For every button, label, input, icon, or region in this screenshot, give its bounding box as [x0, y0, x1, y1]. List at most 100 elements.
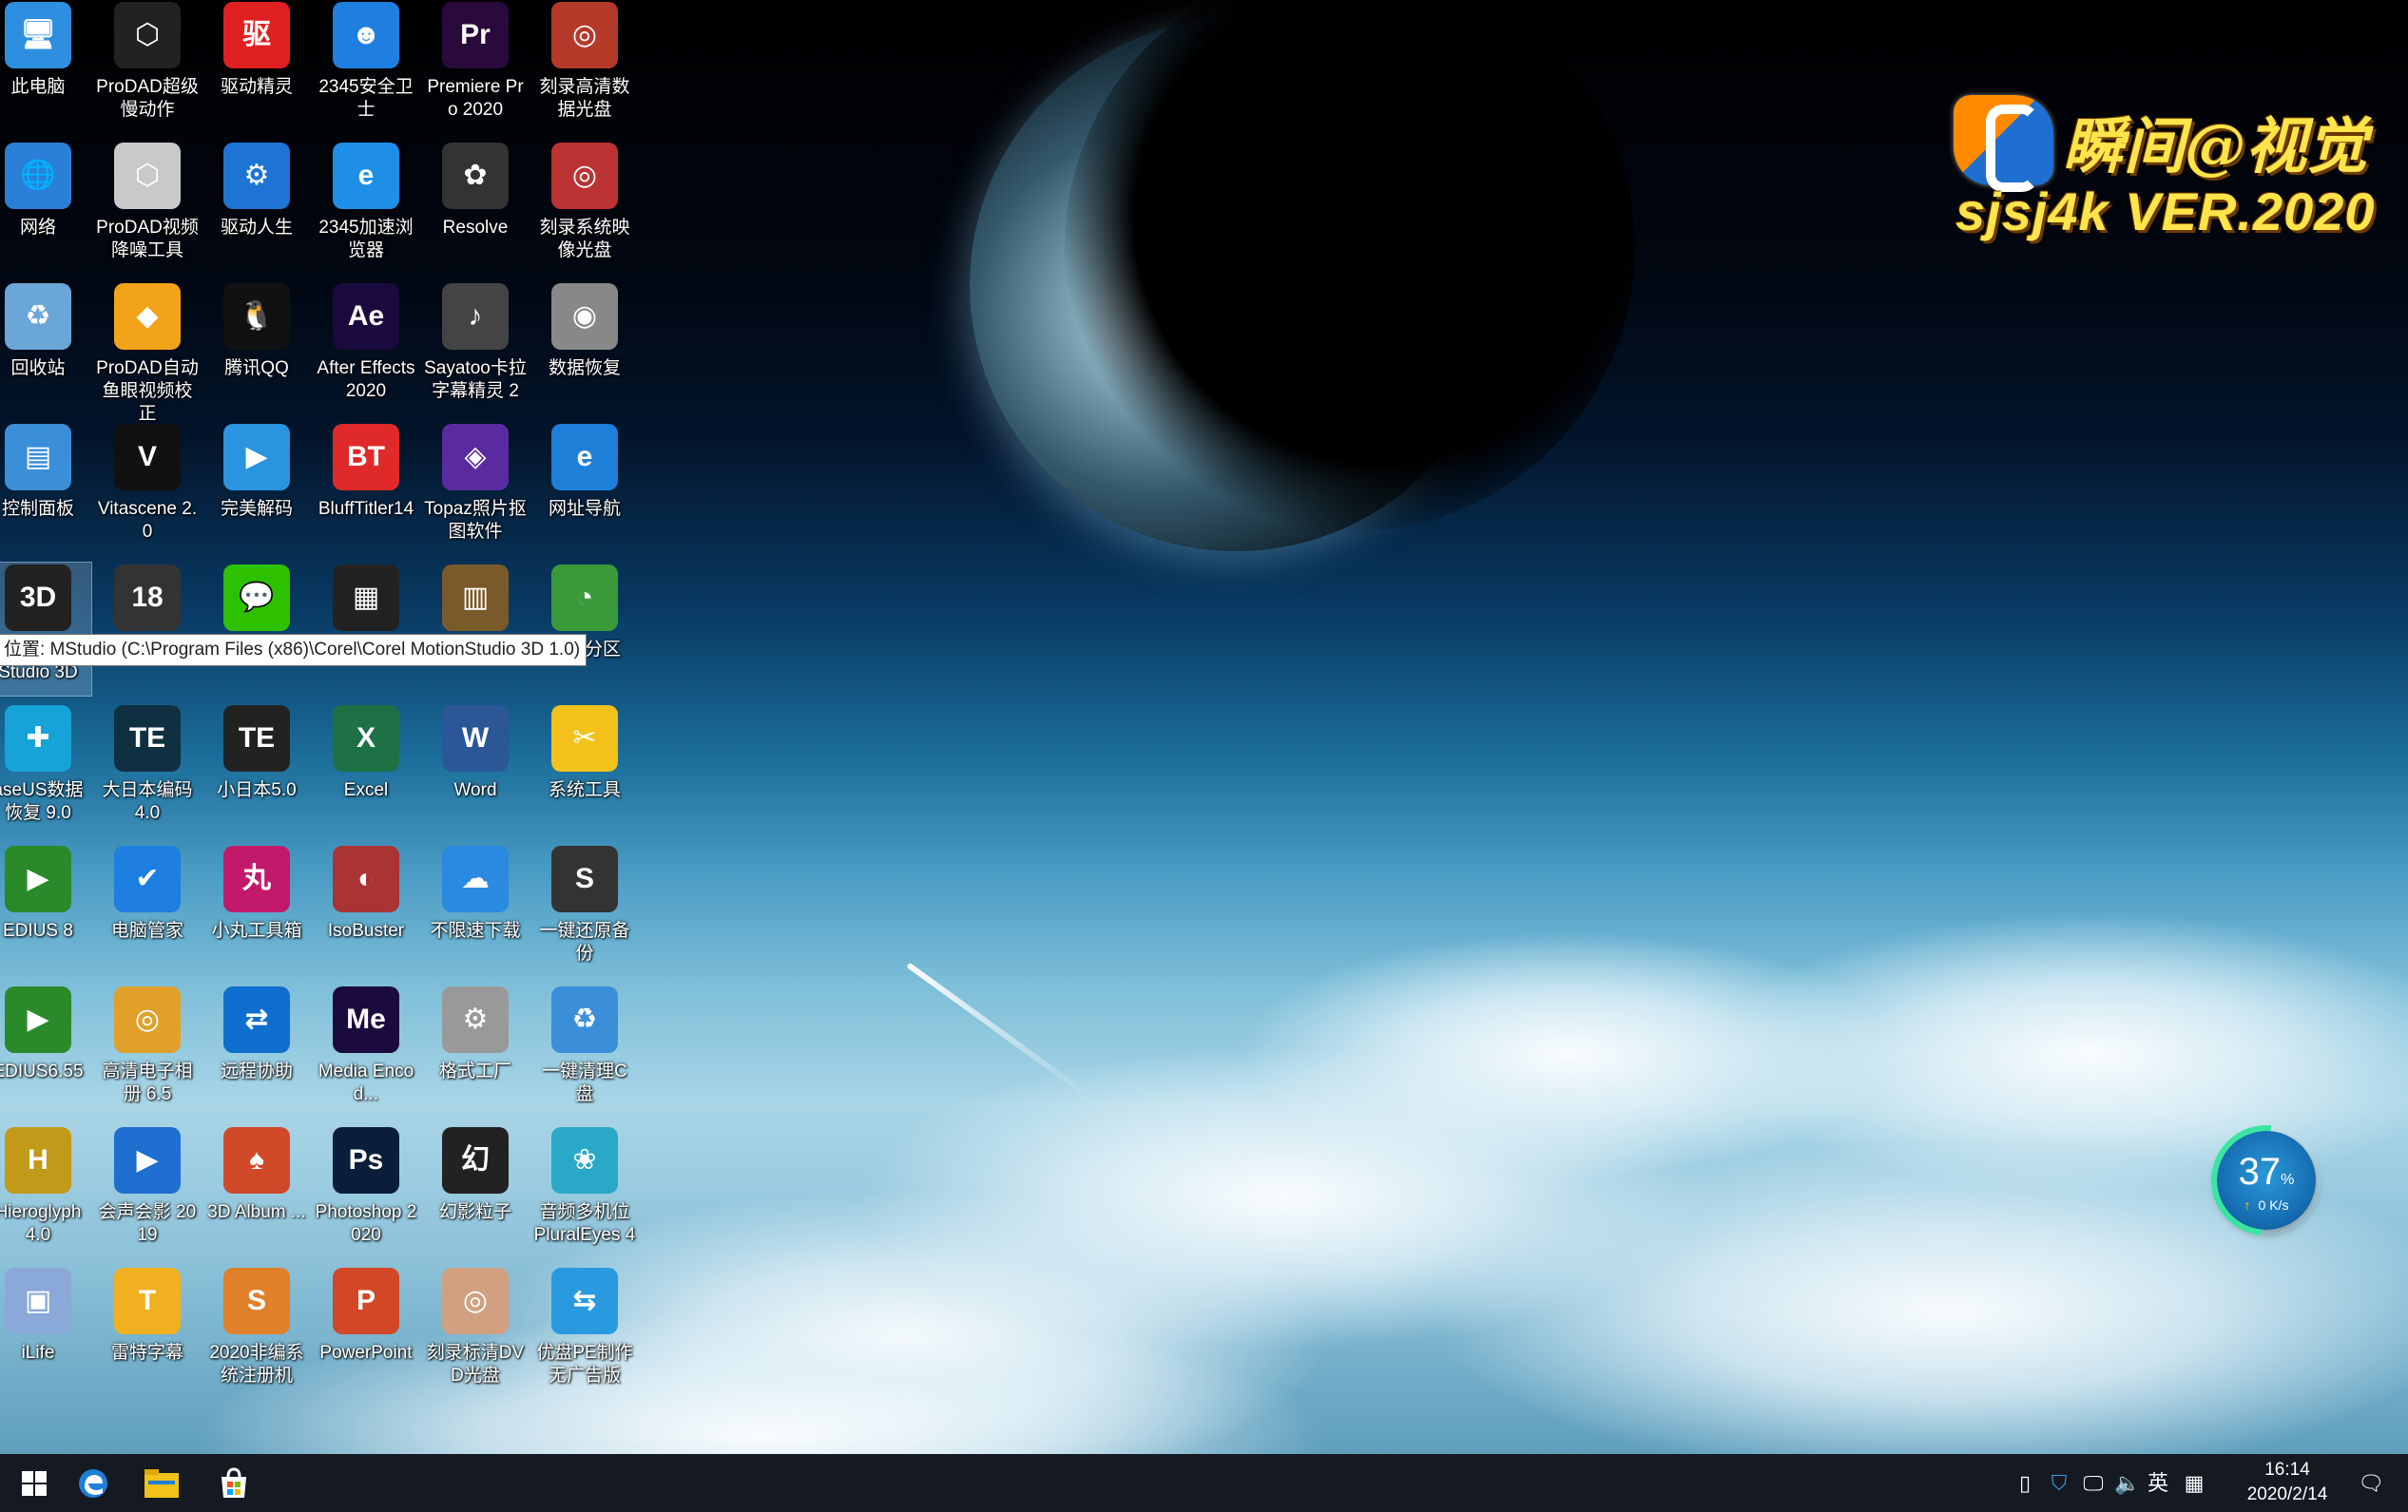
format-factory-icon: ⚙ [442, 986, 509, 1053]
te-encoder-icon: TE [114, 705, 181, 772]
media-encoder-icon: Me [333, 986, 399, 1053]
burner-18-icon: 18 [114, 565, 181, 631]
desktop-icon[interactable]: ♻ 回收站 [0, 281, 91, 414]
desktop-icon[interactable]: 🐧 腾讯QQ [203, 281, 310, 414]
desktop-icon[interactable]: 🌐 网络 [0, 141, 91, 274]
desktop-icon[interactable]: ⚙ 驱动人生 [203, 141, 310, 274]
desktop-icon[interactable]: ◔调整分区 [531, 563, 638, 696]
security-shield-icon[interactable]: ⛉ [2043, 1467, 2075, 1500]
desktop-icon[interactable]: ▣ iLife [0, 1266, 91, 1399]
2345-browser-icon: e [333, 143, 399, 209]
desktop-icon[interactable]: S 2020非编系统注册机 [203, 1266, 310, 1399]
desktop-icon[interactable]: 💬 [203, 563, 310, 696]
desktop-icon[interactable]: 幻幻影粒子 [422, 1125, 529, 1258]
desktop-icon[interactable]: ❀ 音频多机位 PluralEyes 4 [531, 1125, 638, 1258]
prodad-denoise-icon: ⬡ [114, 143, 181, 209]
blufftitler-icon: BT [333, 424, 399, 490]
desktop-icon[interactable]: ◐ IsoBuster [313, 844, 419, 977]
desktop-icon[interactable]: 🖥 此电脑 [0, 0, 91, 133]
desktop-icon[interactable]: Ae After Effects 2020 [313, 281, 419, 414]
desktop-icon[interactable]: ◆ ProDAD自动鱼眼视频校正 [94, 281, 201, 424]
desktop-icon[interactable]: V Vitascene 2.0 [94, 422, 201, 555]
desktop-icon[interactable]: ⬡ ProDAD超级慢动作 [94, 0, 201, 133]
register-tool-icon: S [223, 1268, 290, 1334]
photo-album-icon: ◎ [114, 986, 181, 1053]
network-speed-widget[interactable]: 37% ↑ 0 K/s [2188, 1102, 2344, 1258]
desktop-icon[interactable]: Pr Premiere Pro 2020 [422, 0, 529, 133]
ilife-icon: ▣ [5, 1268, 71, 1334]
desktop-icon-label: 回收站 [10, 358, 66, 378]
prodad-slowmo-icon: ⬡ [114, 2, 181, 68]
desktop-icon[interactable]: ▶ 完美解码 [203, 422, 310, 555]
desktop-icon[interactable]: 18 [94, 563, 201, 696]
desktop-icon-label: IsoBuster [327, 921, 405, 941]
desktop-icon[interactable]: ✂ 系统工具 [531, 703, 638, 836]
desktop-icon[interactable]: W Word [422, 703, 529, 836]
desktop-icon-label: 刻录高清数据光盘 [539, 77, 630, 120]
desktop-icon[interactable]: ◎ 刻录高清数据光盘 [531, 0, 638, 133]
desktop-icon[interactable]: ✔ 电脑管家 [94, 844, 201, 977]
desktop-icon[interactable]: ♪ Sayatoo卡拉字幕精灵 2 [422, 281, 529, 414]
desktop-icon-label: ProDAD超级慢动作 [96, 77, 199, 120]
desktop-icon[interactable]: ◉ 数据恢复 [531, 281, 638, 414]
desktop-icon[interactable]: ▶ EDIUS 8 [0, 844, 91, 977]
prodad-fisheye-icon: ◆ [114, 283, 181, 350]
desktop-icon-label: 不限速下载 [430, 921, 521, 941]
desktop-icon[interactable]: ◎ 刻录标清DVD光盘 [422, 1266, 529, 1399]
desktop-icon[interactable]: TE 小日本5.0 [203, 703, 310, 836]
desktop-icon-label: 电脑管家 [110, 921, 183, 941]
desktop-icon-label: 一键还原备份 [539, 921, 630, 964]
desktop-icon[interactable]: ▶ 会声会影 2019 [94, 1125, 201, 1258]
taskbar-clock[interactable]: 16:14 2020/2/14 [2235, 1458, 2340, 1507]
desktop-icon-label: 远程协助 [220, 1062, 293, 1081]
desktop-icon[interactable]: ✚ aseUS数据恢复 9.0 [0, 703, 91, 836]
desktop-icon[interactable]: ♻ 一键清理C盘 [531, 985, 638, 1118]
leite-subtitle-icon: T [114, 1268, 181, 1334]
taskbar-explorer-button[interactable] [127, 1454, 196, 1512]
desktop-icon[interactable]: H Hieroglyph 4.0 [0, 1125, 91, 1258]
desktop-icon[interactable]: 3DCorel MotionStudio 3D [0, 562, 92, 697]
desktop-icon[interactable]: ♠ 3D Album ... [203, 1125, 310, 1258]
desktop-icon[interactable]: ☻ 2345安全卫士 [313, 0, 419, 133]
desktop-icon[interactable]: X Excel [313, 703, 419, 836]
desktop-icon[interactable]: 丸小丸工具箱 [203, 844, 310, 977]
desktop-icon-label: After Effects 2020 [317, 358, 415, 401]
desktop-icon[interactable]: ✿ Resolve [422, 141, 529, 274]
desktop-icon[interactable]: T 雷特字幕 [94, 1266, 201, 1399]
desktop-icon[interactable]: ⚙ 格式工厂 [422, 985, 529, 1118]
desktop-icon[interactable]: Ps Photoshop 2020 [313, 1125, 419, 1258]
action-center-icon[interactable]: 🗨 [2355, 1467, 2387, 1500]
desktop-icon[interactable]: TE 大日本编码 4.0 [94, 703, 201, 836]
desktop-icon[interactable]: ☁ 不限速下载 [422, 844, 529, 977]
desktop-icon[interactable]: e 网址导航 [531, 422, 638, 555]
desktop-icon[interactable]: ▤ 控制面板 [0, 422, 91, 555]
desktop-icon[interactable]: 驱驱动精灵 [203, 0, 310, 133]
network-status-icon[interactable]: 🖵 [2077, 1467, 2109, 1500]
desktop-icon[interactable]: ▦ [313, 563, 419, 696]
taskbar-edge-button[interactable] [59, 1454, 127, 1512]
desktop-icon[interactable]: e 2345加速浏览器 [313, 141, 419, 274]
desktop-icon[interactable]: ◎ 刻录系统映像光盘 [531, 141, 638, 274]
ime-mode-icon[interactable]: ▦ [2178, 1467, 2210, 1500]
desktop-icon[interactable]: ◎ 高清电子相册 6.5 [94, 985, 201, 1118]
desktop-icon[interactable]: ⇄ 远程协助 [203, 985, 310, 1118]
desktop-icon[interactable]: BT BluffTitler14 [313, 422, 419, 555]
desktop-icon-label: 此电脑 [10, 77, 66, 97]
desktop-icon[interactable]: ⇆ 优盘PE制作无广告版 [531, 1266, 638, 1399]
taskbar-store-button[interactable] [200, 1454, 268, 1512]
ime-language-indicator[interactable]: 英 [2142, 1467, 2174, 1500]
desktop-icon[interactable]: ▥Tool [422, 563, 529, 696]
2345-security-icon: ☻ [333, 2, 399, 68]
desktop-icon[interactable]: S 一键还原备份 [531, 844, 638, 977]
brand-title-en: sjsj4k VER.2020 [1955, 182, 2376, 241]
desktop-icon[interactable]: ⬡ ProDAD视频降噪工具 [94, 141, 201, 274]
desktop-icon[interactable]: ▶ EDIUS6.55 [0, 985, 91, 1118]
desktop-icon-label: Topaz照片抠图软件 [424, 499, 527, 542]
usb-device-icon[interactable]: ▯ [2009, 1467, 2041, 1500]
desktop-icon-label: Sayatoo卡拉字幕精灵 2 [424, 358, 527, 401]
partition-icon: ◔ [551, 565, 618, 631]
desktop-icon[interactable]: P PowerPoint [313, 1266, 419, 1399]
desktop-icon[interactable]: ◈ Topaz照片抠图软件 [422, 422, 529, 555]
desktop-icon[interactable]: Me Media Encod... [313, 985, 419, 1118]
volume-icon[interactable]: 🔈 [2111, 1467, 2144, 1500]
